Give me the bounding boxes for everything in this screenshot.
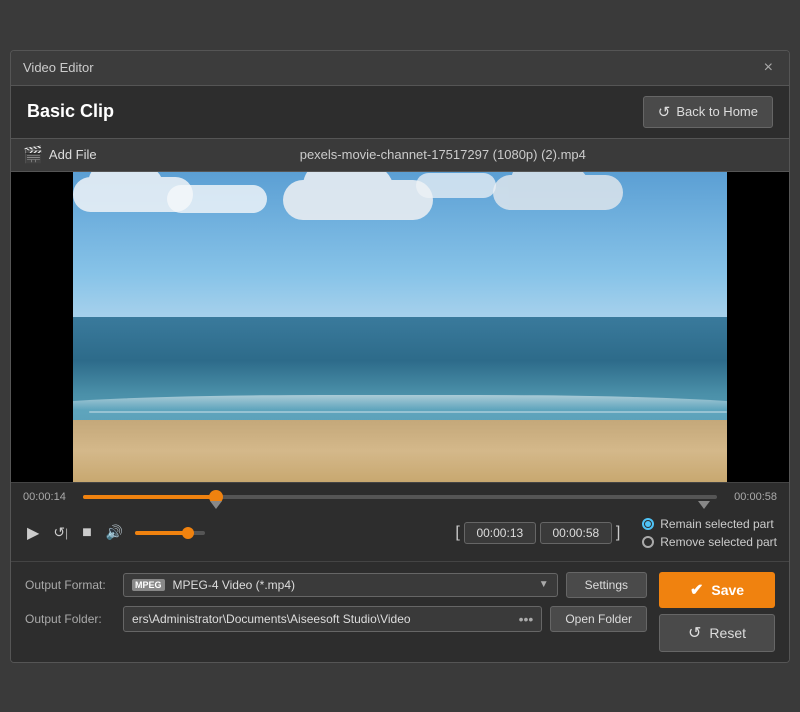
bracket-start-icon: [ <box>455 524 459 541</box>
timeline-start-time: 00:00:14 <box>23 491 75 503</box>
format-icon: MPEG <box>132 579 165 591</box>
volume-button[interactable]: 🔊 <box>102 522 127 543</box>
main-window: Video Editor × Basic Clip ↺ Back to Home… <box>10 50 790 663</box>
format-select[interactable]: MPEG MPEG-4 Video (*.mp4) ▼ <box>123 573 558 597</box>
volume-icon: 🔊 <box>106 524 123 541</box>
save-check-icon: ✔ <box>690 580 703 600</box>
open-folder-button[interactable]: Open Folder <box>550 606 647 632</box>
reset-button[interactable]: ↺ Reset <box>659 614 775 652</box>
volume-track[interactable] <box>135 531 205 535</box>
loop-brackets: | <box>65 526 68 540</box>
wave-line-2 <box>89 411 727 413</box>
add-file-button[interactable]: 🎬 Add File <box>23 145 97 165</box>
format-dropdown-icon: ▼ <box>539 579 549 590</box>
bracket-end-button[interactable]: ] <box>616 524 620 542</box>
stop-button[interactable]: ■ <box>78 522 96 544</box>
volume-thumb[interactable] <box>182 527 194 539</box>
folder-input: ers\Administrator\Documents\Aiseesoft St… <box>123 606 542 632</box>
back-home-icon: ↺ <box>658 103 671 121</box>
trim-handle-right[interactable] <box>698 501 710 509</box>
reset-label: Reset <box>709 625 746 641</box>
cloud-2 <box>283 180 433 220</box>
bracket-end-icon: ] <box>616 524 620 541</box>
cloud-5 <box>416 173 496 198</box>
play-icon: ▶ <box>27 523 39 543</box>
stop-icon: ■ <box>82 524 92 542</box>
close-button[interactable]: × <box>760 59 777 77</box>
options-section: Remain selected part Remove selected par… <box>642 517 777 549</box>
timeline-filled <box>83 495 216 499</box>
reset-icon: ↺ <box>688 623 701 643</box>
header-bar: Basic Clip ↺ Back to Home <box>11 86 789 138</box>
format-value: MPEG-4 Video (*.mp4) <box>173 578 531 592</box>
trim-handle-left[interactable] <box>210 501 222 509</box>
time-inputs: [ ] <box>455 522 620 544</box>
format-label: Output Format: <box>25 578 115 592</box>
start-time-input[interactable] <box>464 522 536 544</box>
timeline-track[interactable] <box>83 495 717 499</box>
save-button[interactable]: ✔ Save <box>659 572 775 608</box>
folder-label: Output Folder: <box>25 612 115 626</box>
remove-label: Remove selected part <box>660 535 777 549</box>
back-home-button[interactable]: ↺ Back to Home <box>643 96 773 128</box>
cloud-4 <box>167 185 267 213</box>
cloud-3 <box>493 175 623 210</box>
letterbox-left <box>11 172 73 482</box>
volume-filled <box>135 531 188 535</box>
bottom-fields: Output Format: MPEG MPEG-4 Video (*.mp4)… <box>25 572 647 652</box>
loop-icon: ↺ <box>53 524 65 541</box>
add-file-label: Add File <box>49 147 97 162</box>
toolbar: 🎬 Add File pexels-movie-channet-17517297… <box>11 138 789 172</box>
letterbox-right <box>727 172 789 482</box>
sand-bg <box>11 420 789 482</box>
settings-button[interactable]: Settings <box>566 572 647 598</box>
title-bar: Video Editor × <box>11 51 789 86</box>
play-button[interactable]: ▶ <box>23 521 43 545</box>
page-title: Basic Clip <box>27 101 114 122</box>
remain-label: Remain selected part <box>660 517 773 531</box>
folder-row: Output Folder: ers\Administrator\Documen… <box>25 606 647 632</box>
bottom-row-wrap: Output Format: MPEG MPEG-4 Video (*.mp4)… <box>25 572 775 652</box>
window-title: Video Editor <box>23 60 94 75</box>
end-time-input[interactable] <box>540 522 612 544</box>
timeline-end-time: 00:00:58 <box>725 491 777 503</box>
volume-slider[interactable] <box>135 531 205 535</box>
remain-option[interactable]: Remain selected part <box>642 517 777 531</box>
bottom-section: Output Format: MPEG MPEG-4 Video (*.mp4)… <box>11 561 789 662</box>
bracket-start-button[interactable]: [ <box>455 524 459 542</box>
action-buttons: ✔ Save ↺ Reset <box>659 572 775 652</box>
folder-browse-icon[interactable]: ••• <box>519 611 534 627</box>
remain-radio[interactable] <box>642 518 654 530</box>
beach-scene <box>11 172 789 482</box>
video-preview <box>11 172 789 482</box>
loop-button[interactable]: ↺ | <box>49 522 72 543</box>
remove-radio[interactable] <box>642 536 654 548</box>
timeline-row: 00:00:14 00:00:58 <box>23 491 777 503</box>
controls-row: ▶ ↺ | ■ 🔊 [ <box>23 517 777 553</box>
save-label: Save <box>711 582 744 598</box>
format-row: Output Format: MPEG MPEG-4 Video (*.mp4)… <box>25 572 647 598</box>
back-home-label: Back to Home <box>676 104 758 119</box>
remove-option[interactable]: Remove selected part <box>642 535 777 549</box>
current-file-name: pexels-movie-channet-17517297 (1080p) (2… <box>109 147 777 162</box>
timeline-section: 00:00:14 00:00:58 ▶ ↺ | ■ 🔊 <box>11 482 789 561</box>
add-file-icon: 🎬 <box>23 145 43 165</box>
folder-path: ers\Administrator\Documents\Aiseesoft St… <box>132 612 515 626</box>
